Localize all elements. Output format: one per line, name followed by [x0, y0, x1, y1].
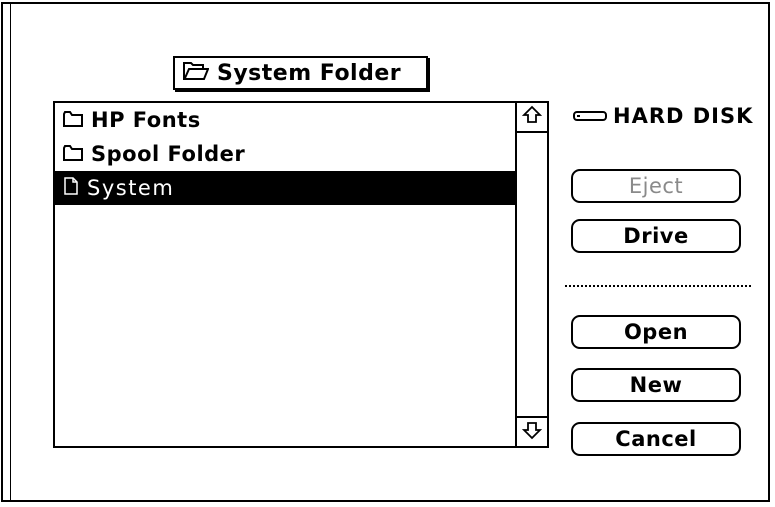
disk-label: HARD DISK: [573, 104, 753, 128]
document-icon: [63, 176, 79, 200]
scroll-up-button[interactable]: [517, 103, 547, 133]
file-name: Spool Folder: [91, 142, 246, 166]
arrow-down-icon: [521, 420, 543, 444]
hard-disk-icon: [573, 107, 607, 126]
cancel-button[interactable]: Cancel: [571, 422, 741, 456]
file-name: System: [87, 176, 175, 200]
eject-button[interactable]: Eject: [571, 169, 741, 203]
open-button[interactable]: Open: [571, 315, 741, 349]
list-item[interactable]: HP Fonts: [55, 103, 517, 137]
folder-icon: [63, 108, 83, 132]
arrow-up-icon: [521, 105, 543, 129]
folder-icon: [63, 142, 83, 166]
window-edge-rule: [10, 4, 11, 500]
button-separator: [565, 285, 751, 287]
file-name: HP Fonts: [91, 108, 201, 132]
list-item-selected[interactable]: System: [55, 171, 517, 205]
list-item[interactable]: Spool Folder: [55, 137, 517, 171]
new-button[interactable]: New: [571, 368, 741, 402]
file-dialog: System Folder HP Fonts Spool Folder Syst…: [1, 2, 770, 502]
file-list[interactable]: HP Fonts Spool Folder System: [53, 101, 549, 448]
drive-button[interactable]: Drive: [571, 219, 741, 253]
open-folder-icon: [183, 62, 210, 84]
current-folder-label: System Folder: [217, 60, 402, 86]
disk-name: HARD DISK: [613, 104, 754, 128]
folder-popup-menu[interactable]: System Folder: [173, 56, 428, 90]
file-list-items: HP Fonts Spool Folder System: [55, 103, 517, 446]
scroll-down-button[interactable]: [517, 416, 547, 446]
scrollbar[interactable]: [515, 103, 547, 446]
